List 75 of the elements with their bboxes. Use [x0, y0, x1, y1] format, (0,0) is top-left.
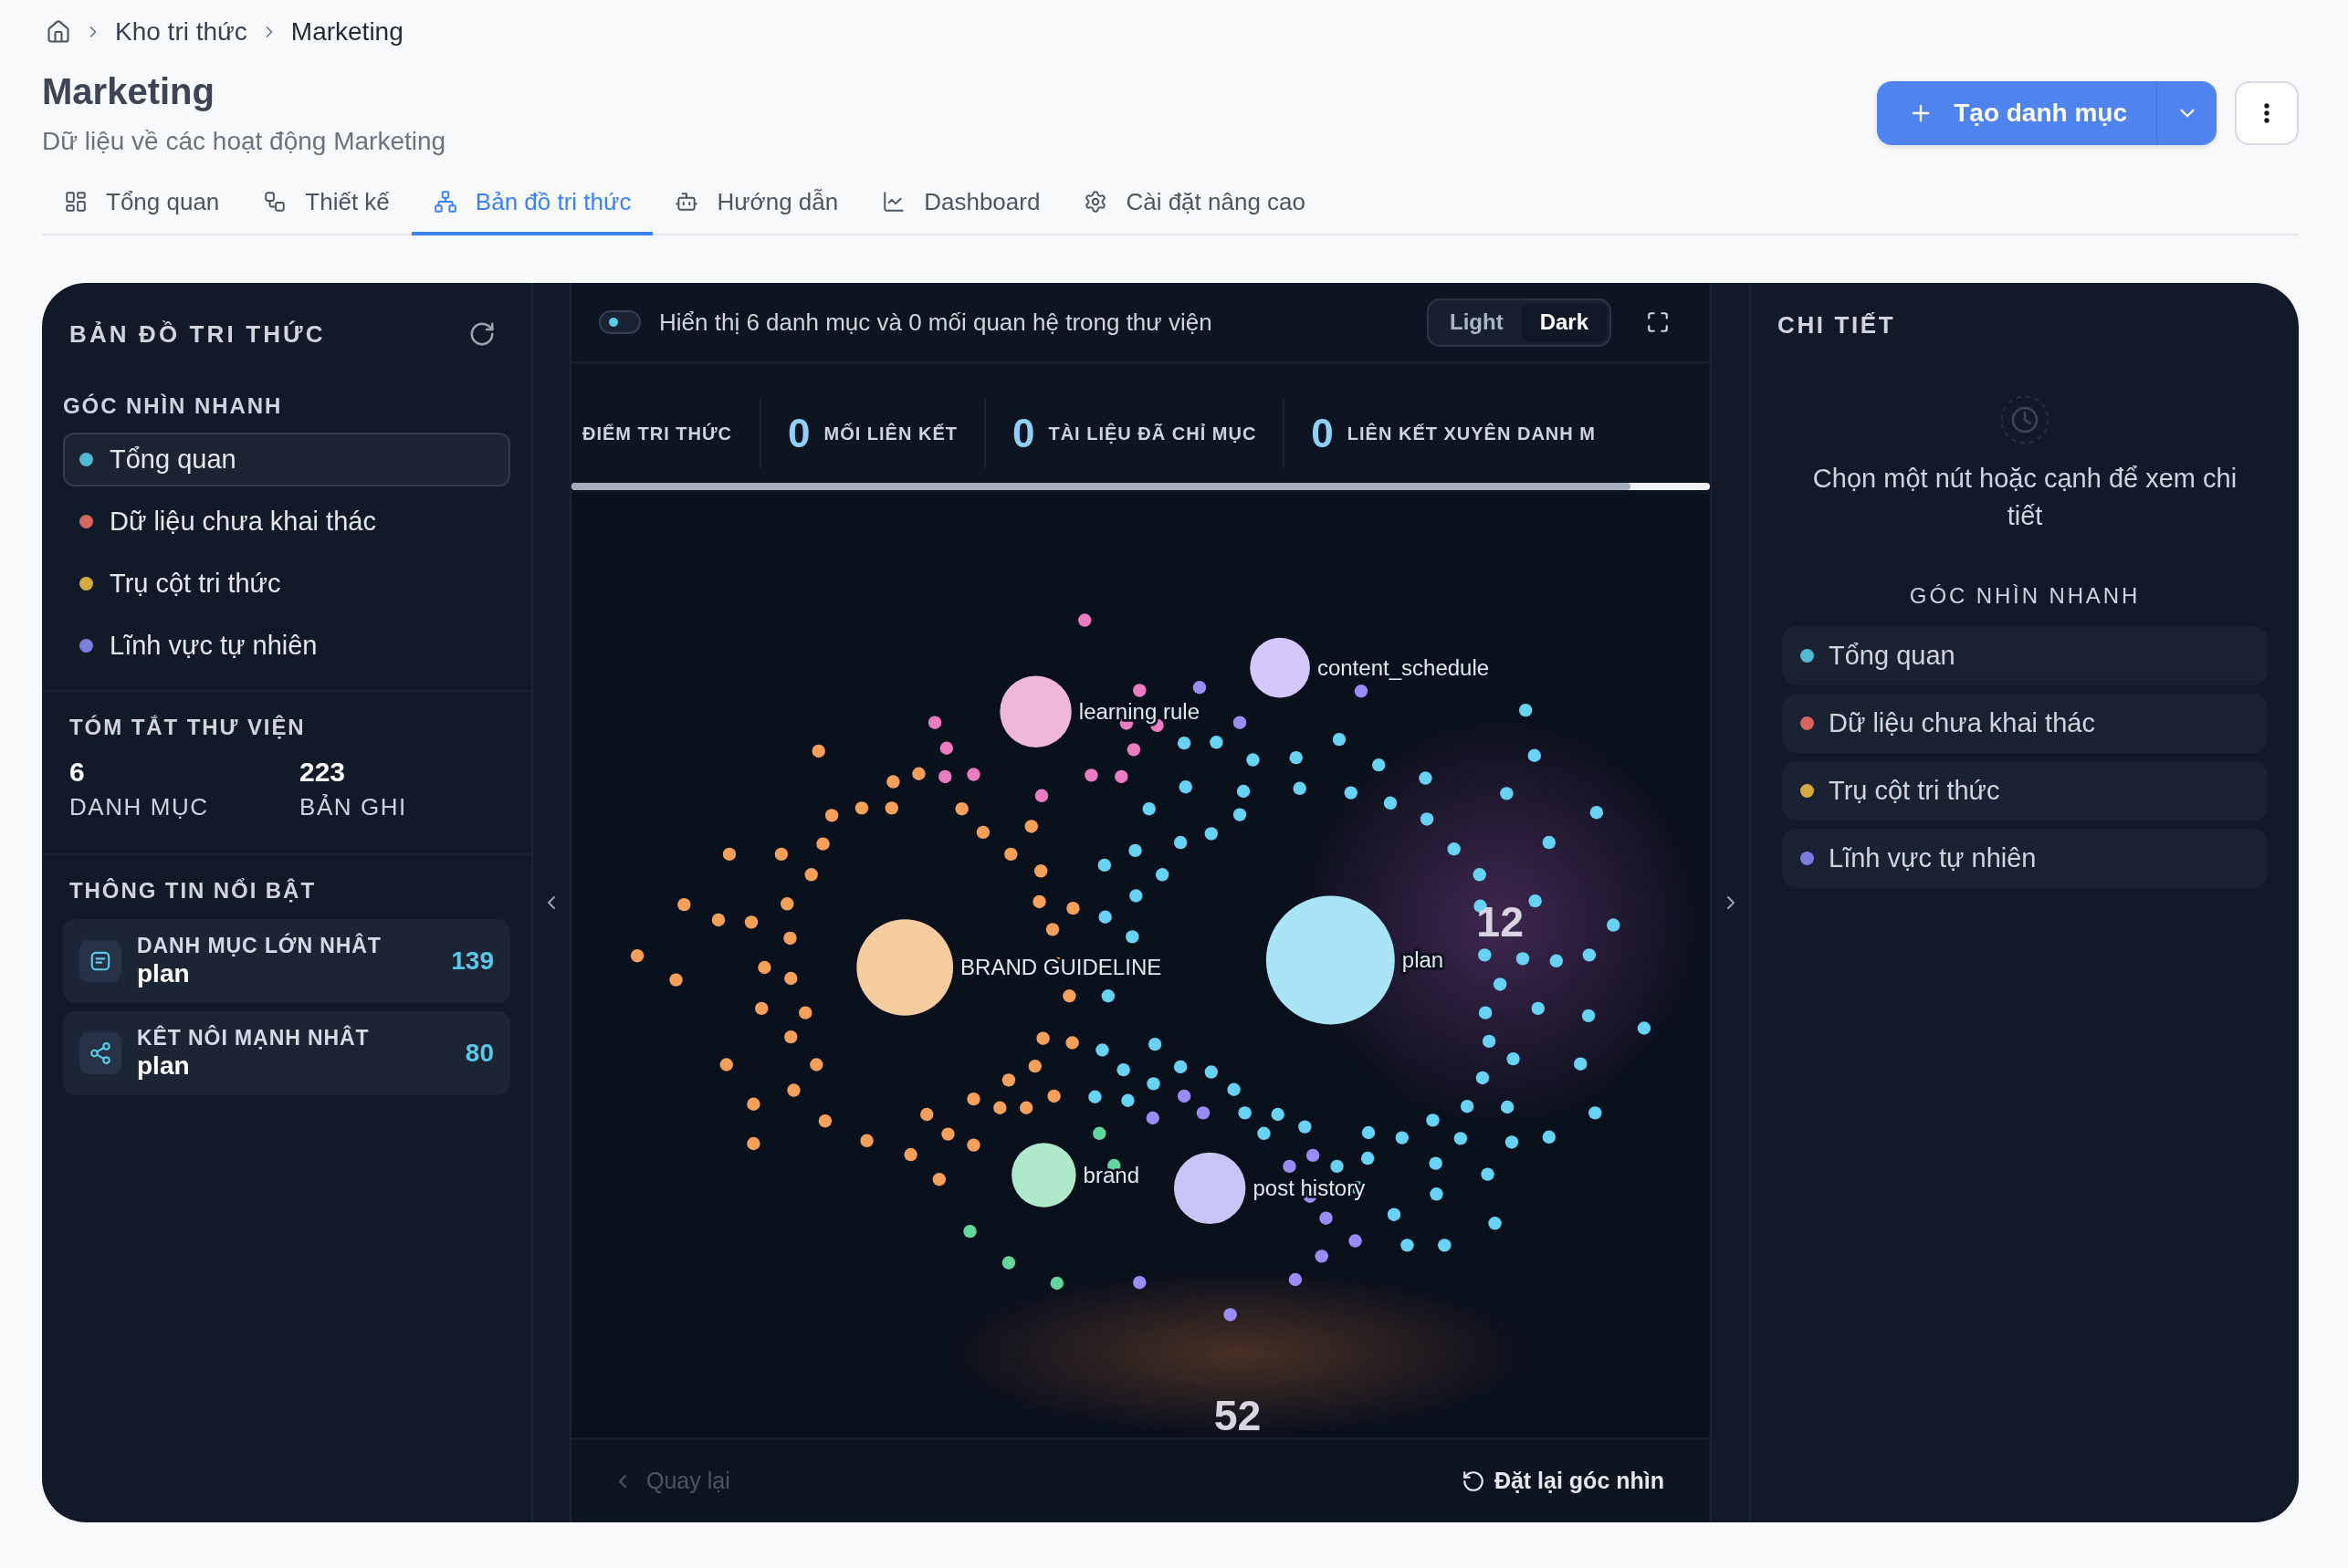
connected-squares-icon [263, 190, 288, 214]
theme-option[interactable]: Dark [1521, 302, 1607, 342]
tab[interactable]: Dashboard [860, 172, 1063, 235]
graph-node[interactable] [856, 919, 954, 1016]
section-heading: THÔNG TIN NỔI BẬT [68, 877, 317, 904]
sitemap-icon [433, 190, 457, 214]
library-summary-text: Hiển thị 6 danh mục và 0 mối quan hệ trong thư viện [659, 307, 1212, 338]
panel-title: CHI TIẾT [1777, 311, 1896, 339]
quick-view-item[interactable]: Trụ cột tri thức [63, 557, 510, 611]
stat-label: LIÊN KẾT XUYÊN DANH M [1347, 422, 1596, 445]
fullscreen-icon[interactable] [1646, 310, 1670, 334]
tab[interactable]: Hướng dẫn [653, 172, 861, 235]
reset-view-button[interactable]: Đặt lại góc nhìn [1461, 1463, 1664, 1499]
highlight-label: DANH MỤC LỚN NHÂT [137, 933, 383, 958]
cluster-count: 52 [1213, 1391, 1262, 1437]
node-label: content_schedule [1316, 655, 1490, 681]
page-title: Marketing [42, 70, 215, 113]
section-heading: GÓC NHÌN NHANH [63, 392, 284, 420]
graph-node[interactable] [1265, 895, 1395, 1025]
highlight-name: plan [137, 958, 191, 989]
settings-icon [1084, 190, 1108, 214]
theme-option[interactable]: Light [1431, 302, 1522, 342]
stat-number: 0 [788, 410, 811, 456]
summary-label: BẢN GHI [299, 792, 408, 821]
section-heading: GÓC NHÌN NHANH [1909, 582, 2141, 610]
empty-state-message: Chọn một nút hoặc cạnh để xem chi tiết [1811, 463, 2238, 532]
graph-node[interactable] [1173, 1152, 1246, 1225]
quick-view-item[interactable]: Trụ cột tri thức [1782, 761, 2268, 821]
quick-view-item[interactable]: Tổng quan [63, 433, 510, 486]
clock-icon [2000, 395, 2049, 444]
panel-title: BẢN ĐỒ TRI THỨC [69, 319, 326, 349]
quick-view-item[interactable]: Lĩnh vực tự nhiên [1782, 829, 2268, 888]
highlight-value: 80 [465, 1038, 494, 1069]
graph-node[interactable] [1250, 637, 1310, 698]
highlight-value: 139 [451, 946, 494, 977]
page-subtitle: Dữ liệu về các hoạt động Marketing [42, 126, 446, 157]
note-icon [79, 940, 121, 982]
share-icon [79, 1032, 121, 1074]
stat-label: ĐIỂM TRI THỨC [582, 422, 733, 445]
breadcrumb-current: Marketing [290, 16, 404, 47]
stat-number: 0 [1311, 410, 1334, 456]
summary-value: 6 [69, 756, 86, 789]
cluster-count: 12 [1476, 898, 1524, 946]
graph-node[interactable] [1012, 1143, 1076, 1207]
tab[interactable]: Thiết kế [241, 172, 412, 235]
tab[interactable]: Cài đặt nâng cao [1062, 172, 1327, 235]
reset-icon [1461, 1469, 1485, 1493]
quick-view-item[interactable]: Dữ liệu chưa khai thác [63, 495, 510, 549]
node-label: brand [1083, 1162, 1140, 1187]
summary-label: DANH MỤC [69, 792, 210, 821]
section-heading: TÓM TẮT THƯ VIỆN [69, 714, 307, 741]
stat-number: 0 [1012, 410, 1035, 456]
stat-label: TÀI LIỆU ĐÃ CHỈ MỤC [1048, 422, 1257, 445]
line-chart-icon [882, 190, 907, 214]
highlight-label: KÊT NÔI MẠNH NHÂT [137, 1025, 371, 1051]
breadcrumb-link[interactable]: Kho tri thức [115, 13, 247, 51]
summary-value: 223 [299, 756, 347, 789]
stat-label: MỐI LIÊN KẾT [823, 422, 958, 445]
highlight-name: plan [137, 1051, 191, 1082]
quick-view-item[interactable]: Tổng quan [1782, 626, 2268, 685]
robot-icon [675, 190, 699, 214]
home-icon[interactable] [46, 19, 71, 45]
grid-icon [64, 190, 88, 214]
graph-node[interactable] [1000, 675, 1072, 747]
toggle-switch[interactable] [599, 310, 641, 334]
create-category-button[interactable]: Tạo danh mục [1877, 81, 2156, 145]
quick-view-item[interactable]: Dữ liệu chưa khai thác [1782, 694, 2268, 753]
node-label: learning rule [1078, 699, 1200, 725]
node-label: plan [1401, 946, 1444, 972]
dropdown-button[interactable] [2156, 81, 2217, 145]
vertical-dots-icon [2264, 103, 2269, 123]
node-label: BRAND GUIDELINE [960, 954, 1162, 979]
refresh-icon[interactable] [468, 320, 496, 348]
tab[interactable]: Tổng quan [42, 172, 242, 235]
quick-view-item[interactable]: Lĩnh vực tự nhiên [63, 619, 510, 673]
